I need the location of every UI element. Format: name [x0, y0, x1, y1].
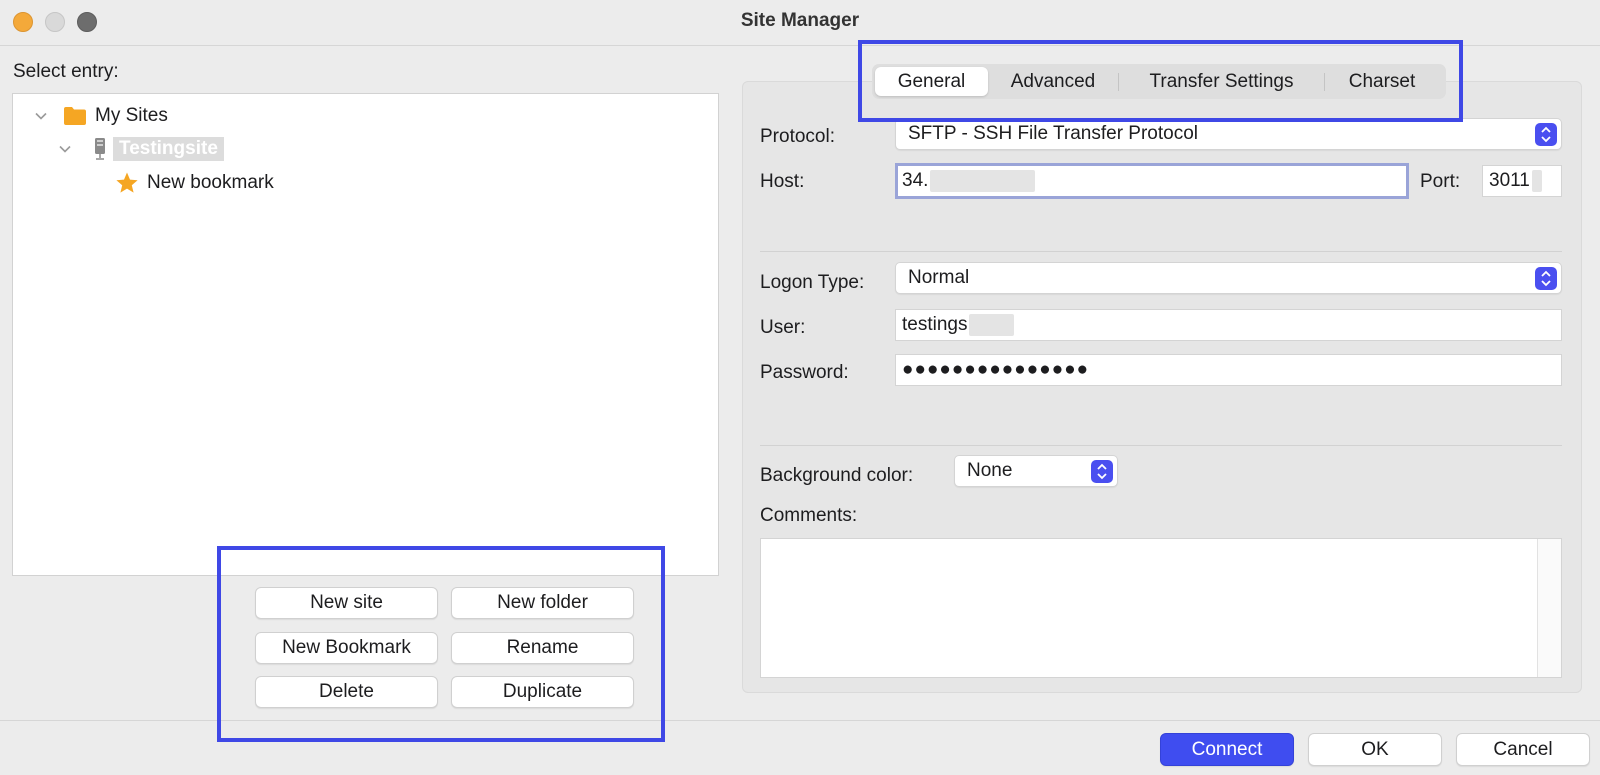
comments-label: Comments: [760, 505, 858, 526]
host-value: 34. [902, 170, 929, 191]
tree-item-my-sites[interactable]: My Sites [33, 102, 168, 130]
highlight-box-buttons [217, 546, 665, 742]
tree-item-new-bookmark[interactable]: New bookmark [115, 169, 274, 197]
tree-item-testingsite[interactable]: Testingsite [57, 135, 224, 163]
redacted-region [930, 170, 1036, 192]
password-value: ●●●●●●●●●●●●●●● [902, 359, 1090, 380]
up-down-arrows-icon [1091, 460, 1113, 483]
port-input[interactable]: 3011 [1482, 165, 1562, 197]
comments-scrollbar[interactable] [1537, 539, 1561, 677]
section-divider [760, 445, 1562, 446]
redacted-region [969, 314, 1015, 336]
comments-textarea[interactable] [760, 538, 1562, 678]
protocol-label: Protocol: [760, 126, 835, 147]
site-manager-window: Site Manager Select entry: My Sites Test… [0, 0, 1600, 775]
protocol-value: SFTP - SSH File Transfer Protocol [908, 123, 1199, 144]
tree-item-label: New bookmark [147, 172, 274, 193]
password-input[interactable]: ●●●●●●●●●●●●●●● [895, 354, 1562, 386]
host-input[interactable]: 34. [895, 163, 1409, 199]
server-icon [93, 137, 107, 161]
user-input[interactable]: testings [895, 309, 1562, 341]
background-color-select[interactable]: None [954, 455, 1118, 487]
cancel-button[interactable]: Cancel [1456, 733, 1590, 766]
logon-type-select[interactable]: Normal [895, 262, 1562, 294]
host-label: Host: [760, 171, 805, 192]
chevron-down-icon[interactable] [57, 141, 73, 157]
protocol-select[interactable]: SFTP - SSH File Transfer Protocol [895, 118, 1562, 150]
star-icon [115, 171, 139, 195]
redacted-region [1531, 170, 1542, 192]
ok-button[interactable]: OK [1308, 733, 1442, 766]
connect-button[interactable]: Connect [1160, 733, 1294, 766]
up-down-arrows-icon [1535, 267, 1557, 290]
password-label: Password: [760, 362, 849, 383]
logon-type-label: Logon Type: [760, 272, 865, 293]
background-color-value: None [967, 460, 1013, 481]
port-label: Port: [1420, 171, 1461, 192]
site-tree[interactable]: My Sites Testingsite New bookmark [12, 93, 719, 576]
port-value: 3011 [1489, 170, 1530, 191]
up-down-arrows-icon [1535, 123, 1557, 146]
tree-item-label: Testingsite [113, 137, 224, 161]
user-label: User: [760, 317, 806, 338]
background-color-label: Background color: [760, 465, 914, 486]
select-entry-label: Select entry: [13, 61, 119, 82]
logon-type-value: Normal [908, 267, 970, 288]
window-title: Site Manager [740, 10, 860, 31]
folder-icon [63, 106, 87, 126]
chevron-down-icon[interactable] [33, 108, 49, 124]
tree-item-label: My Sites [95, 105, 168, 126]
highlight-box-tabs [858, 40, 1463, 122]
section-divider [760, 251, 1562, 252]
user-value: testings [902, 314, 968, 335]
